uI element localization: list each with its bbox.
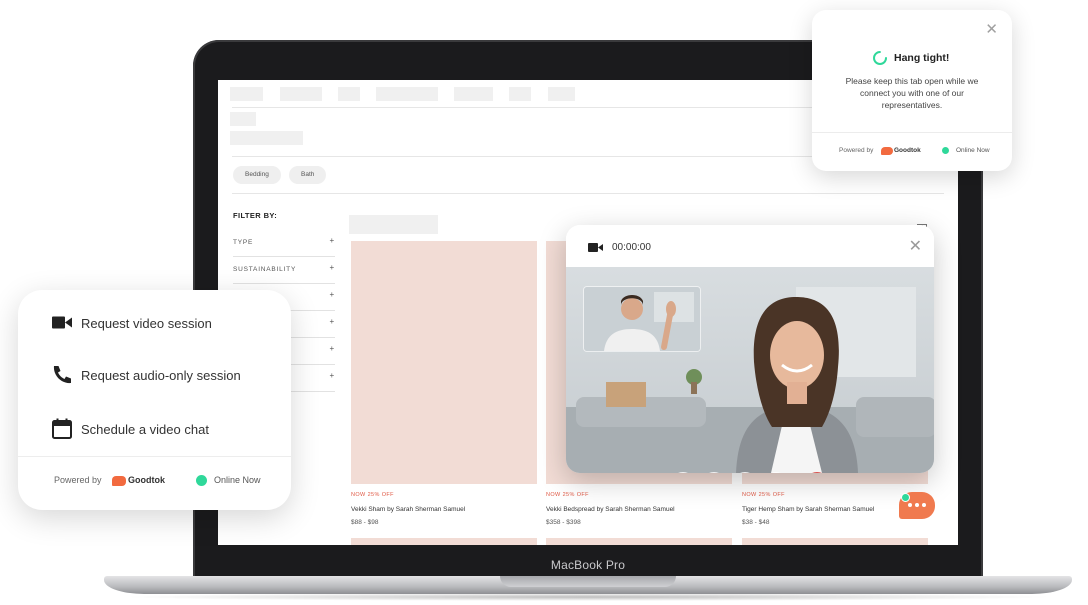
brand-name: Goodtok [894, 147, 921, 154]
plus-icon: + [329, 290, 335, 299]
schedule-video-chat-button[interactable]: Schedule a video chat [18, 409, 291, 449]
close-icon[interactable]: ✕ [985, 22, 998, 37]
nav-placeholder [376, 87, 438, 101]
brand-name: Goodtok [128, 475, 165, 485]
self-view-video[interactable] [583, 286, 701, 352]
nav-placeholder [280, 87, 322, 101]
option-label: Schedule a video chat [81, 422, 209, 437]
video-call-window: 00:00:00 ✕ [566, 225, 934, 473]
plus-icon: + [329, 371, 335, 380]
online-status-dot [196, 475, 207, 486]
popup-footer: Powered by Goodtok Online Now [812, 132, 1012, 155]
product-image[interactable] [351, 241, 537, 484]
title-placeholder [230, 131, 303, 145]
product-name[interactable]: Vekki Sham by Sarah Sherman Samuel [351, 506, 465, 513]
nav-placeholder [230, 87, 263, 101]
chip-bedding[interactable]: Bedding [233, 166, 281, 184]
filter-type[interactable]: TYPE + [233, 230, 335, 257]
product-name[interactable]: Vekki Bedspread by Sarah Sherman Samuel [546, 506, 675, 513]
option-label: Request audio-only session [81, 368, 241, 383]
goodtok-logo-icon [112, 476, 126, 486]
nav-placeholder [548, 87, 575, 101]
hang-tight-message: Please keep this tab open while we conne… [845, 76, 979, 110]
goodtok-logo-icon [881, 147, 893, 155]
video-camera-icon [52, 316, 72, 329]
powered-by-label: Powered by [839, 147, 874, 154]
nav-placeholder [509, 87, 531, 101]
powered-by-label: Powered by [54, 475, 102, 485]
self-view-illustration [584, 287, 700, 351]
request-audio-session-button[interactable]: Request audio-only session [18, 356, 291, 396]
product-sale-tag: NOW 25% OFF [351, 492, 394, 498]
hang-tight-popup: ✕ Hang tight! Please keep this tab open … [812, 10, 1012, 171]
product-sale-tag: NOW 25% OFF [742, 492, 785, 498]
phone-icon [53, 366, 71, 384]
dot [915, 503, 919, 507]
filter-sustainability[interactable]: SUSTAINABILITY + [233, 257, 335, 284]
video-camera-icon [588, 240, 603, 258]
hang-tight-title: Hang tight! [894, 52, 950, 64]
product-price: $38 - $48 [742, 519, 770, 526]
plus-icon: + [329, 263, 335, 272]
laptop-model-label: MacBook Pro [550, 558, 626, 572]
request-video-session-button[interactable]: Request video session [18, 304, 291, 344]
breadcrumb-placeholder [230, 112, 256, 126]
filter-label: SUSTAINABILITY [233, 266, 297, 273]
filter-title: FILTER BY: [233, 211, 278, 220]
product-name[interactable]: Tiger Hemp Sham by Sarah Sherman Samuel [742, 506, 874, 513]
close-icon[interactable]: ✕ [909, 239, 922, 255]
plus-icon: + [329, 236, 335, 245]
product-image [742, 538, 928, 545]
filter-label: TYPE [233, 239, 254, 246]
laptop-shadow [120, 593, 1056, 601]
call-timer: 00:00:00 [612, 242, 651, 253]
session-options-card: Request video session Request audio-only… [18, 290, 291, 510]
product-image [546, 538, 732, 545]
product-image [351, 538, 537, 545]
online-status-text: Online Now [214, 475, 261, 485]
dot [922, 503, 926, 507]
options-footer: Powered by Goodtok Online Now [18, 456, 291, 486]
loading-spinner-icon [872, 50, 888, 71]
laptop-notch [500, 576, 676, 587]
nav-placeholder [454, 87, 493, 101]
plus-icon: + [329, 317, 335, 326]
chips-divider [232, 193, 944, 194]
product-sale-tag: NOW 25% OFF [546, 492, 589, 498]
sort-placeholder [349, 215, 438, 234]
online-status-dot [901, 493, 910, 502]
video-feed [566, 267, 934, 473]
dot [908, 503, 912, 507]
chip-bath[interactable]: Bath [289, 166, 327, 184]
plus-icon: + [329, 344, 335, 353]
video-call-header: 00:00:00 ✕ [566, 225, 934, 267]
calendar-icon [52, 418, 72, 439]
online-status-text: Online Now [956, 147, 990, 154]
online-status-dot [942, 147, 949, 154]
product-price: $88 - $98 [351, 519, 379, 526]
option-label: Request video session [81, 316, 212, 331]
product-price: $358 - $398 [546, 519, 581, 526]
nav-placeholder [338, 87, 360, 101]
